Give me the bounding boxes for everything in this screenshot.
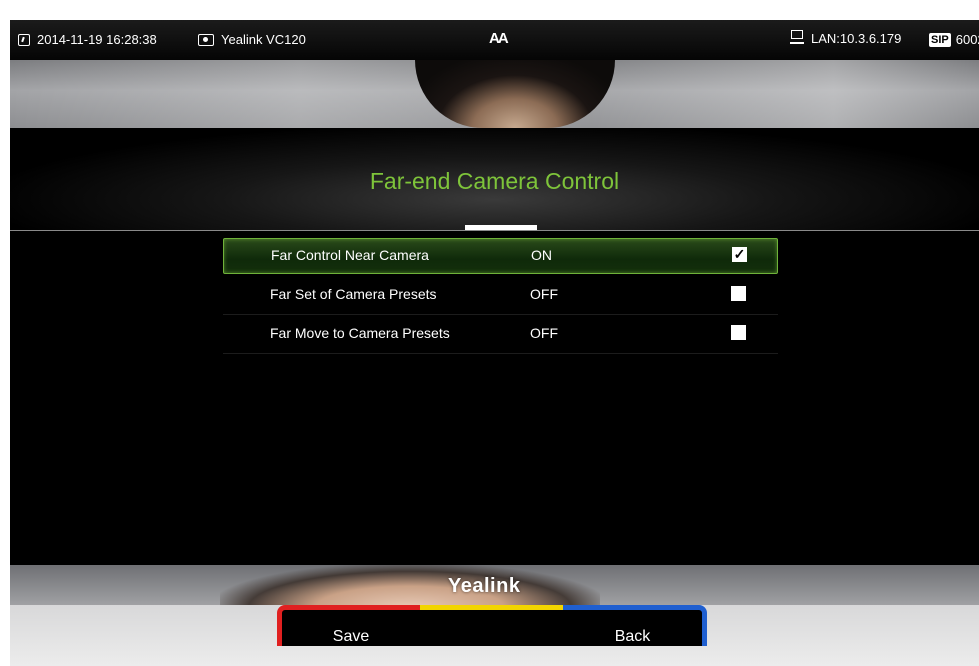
device-display: Yealink VC120 [198,32,306,47]
setting-row-far-move-camera-presets[interactable]: Far Move to Camera Presets OFF [223,315,778,354]
checkbox-unchecked[interactable] [731,286,746,301]
back-softkey[interactable]: Back [563,605,707,646]
back-softkey-label: Back [614,628,651,645]
settings-list: Far Control Near Camera ON ✓ Far Set of … [223,238,778,354]
dialog-title-area: Far-end Camera Control [10,128,979,230]
checkbox-unchecked[interactable] [731,325,746,340]
video-feed-top [10,60,979,128]
font-size-icon[interactable]: AA [489,30,509,47]
device-name: Yealink VC120 [221,32,306,47]
setting-label: Far Control Near Camera [271,247,429,263]
screen: 2014-11-19 16:28:38 Yealink VC120 AA LAN… [10,20,979,666]
setting-value: OFF [530,286,558,302]
font-size-icon-text: AA [489,30,509,47]
network-address: LAN:10.3.6.179 [811,30,902,46]
save-softkey-label: Save [332,628,370,645]
clock-icon [18,33,30,46]
yellow-softkey[interactable] [420,605,563,646]
yealink-watermark: Yealink [448,575,521,597]
setting-label: Far Move to Camera Presets [270,325,450,341]
setting-value: OFF [530,325,558,341]
setting-row-far-set-camera-presets[interactable]: Far Set of Camera Presets OFF [223,276,778,315]
setting-value: ON [531,247,552,263]
datetime-display: 2014-11-19 16:28:38 [18,32,157,47]
checkbox-checked[interactable]: ✓ [732,247,747,262]
sip-account: 6002 [955,32,979,47]
softkey-bar: Save Back [277,605,707,646]
network-icon [790,30,804,46]
far-end-camera-dialog: Far-end Camera Control Far Control Near … [10,128,979,565]
setting-row-far-control-near-camera[interactable]: Far Control Near Camera ON ✓ [223,238,778,274]
status-bar: 2014-11-19 16:28:38 Yealink VC120 AA LAN… [10,20,979,60]
setting-label: Far Set of Camera Presets [270,286,437,302]
network-display: LAN:10.3.6.179 [790,30,901,46]
datetime-text: 2014-11-19 16:28:38 [37,32,157,47]
save-softkey[interactable]: Save [277,605,420,646]
sip-badge: SIP [929,32,951,47]
device-icon [198,33,214,46]
dialog-title: Far-end Camera Control [369,168,620,194]
title-divider [10,230,979,231]
sip-account-display: SIP 6002 [929,32,979,47]
